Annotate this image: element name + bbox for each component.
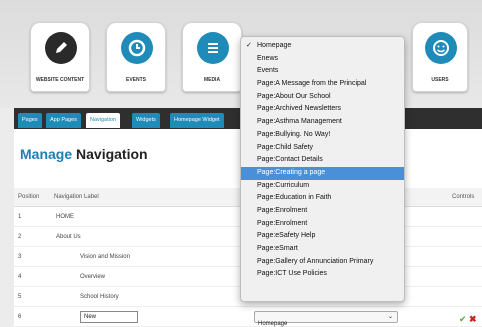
clock-icon (121, 32, 153, 64)
tab-pages[interactable]: Pages (18, 113, 42, 128)
row-label: School History (80, 294, 119, 300)
events-tile[interactable]: EVENTS (106, 22, 166, 92)
dropdown-option[interactable]: Page:Asthma Management (241, 116, 404, 129)
dropdown-option[interactable]: Page:Enrolment (241, 218, 404, 231)
row-label: Overview (80, 274, 106, 280)
dropdown-option[interactable]: Page:A Message from the Principal (241, 78, 404, 91)
row-position: 5 (18, 294, 22, 300)
save-check-icon[interactable]: ✔ (459, 314, 467, 325)
tab-navigation[interactable]: Navigation (86, 113, 120, 128)
pencil-icon (45, 32, 77, 64)
row-position: 1 (18, 214, 22, 220)
users-tile[interactable]: USERS (412, 22, 468, 92)
table-row-editing: 6 New Homepage ⌄ ✔ ✖ (14, 307, 482, 327)
dropdown-option[interactable]: Page:Contact Details (241, 154, 404, 167)
dropdown-option[interactable]: Page:Archived Newsletters (241, 103, 404, 116)
page-select[interactable]: Homepage ⌄ (254, 311, 398, 327)
page-title-part1: Manage (20, 146, 73, 162)
tab-app-pages[interactable]: App Pages (46, 113, 81, 128)
label-header: Navigation Label (54, 194, 99, 200)
page-title-part2: Navigation (76, 146, 148, 162)
row-position: 2 (18, 234, 22, 240)
navigation-label-input[interactable]: New (80, 311, 138, 323)
dropdown-option[interactable]: Page:Gallery of Annunciation Primary (241, 256, 404, 269)
page-title: Manage Navigation (20, 146, 148, 162)
page-select-value: Homepage (258, 321, 288, 327)
dropdown-option[interactable]: Page:eSafety Help (241, 230, 404, 243)
tab-widgets[interactable]: Widgets (132, 113, 160, 128)
dropdown-option[interactable]: Page:Education in Faith (241, 192, 404, 205)
row-label: Vision and Mission (80, 254, 130, 260)
row-position: 4 (18, 274, 22, 280)
dropdown-option[interactable]: Page:About Our School (241, 91, 404, 104)
controls-header: Controls (452, 194, 475, 200)
dropdown-option[interactable]: Page:eSmart (241, 243, 404, 256)
tile-label: WEBSITE CONTENT (35, 77, 85, 83)
chevron-down-icon: ⌄ (387, 314, 393, 320)
row-position: 6 (18, 314, 22, 320)
list-icon (197, 32, 229, 64)
row-position: 3 (18, 254, 22, 260)
dropdown-option[interactable]: Page:ICT Use Policies (241, 268, 404, 281)
row-label: HOME (56, 214, 74, 220)
dropdown-option[interactable]: Events (241, 65, 404, 78)
page-select-dropdown: Homepage Enews Events Page:A Message fro… (240, 36, 405, 302)
tab-homepage-widget[interactable]: Homepage Widget (170, 113, 224, 128)
position-header: Position (18, 194, 40, 200)
dropdown-option[interactable]: Page:Child Safety (241, 142, 404, 155)
smiley-icon (425, 32, 457, 64)
dropdown-option[interactable]: Homepage (241, 40, 404, 53)
delete-x-icon[interactable]: ✖ (469, 314, 477, 325)
dropdown-option[interactable]: Enews (241, 53, 404, 66)
dropdown-option[interactable]: Page:Enrolment (241, 205, 404, 218)
tile-label: USERS (431, 77, 449, 83)
dropdown-option-highlighted[interactable]: Page:Creating a page (241, 166, 404, 180)
row-label: About Us (56, 234, 81, 240)
tile-label: MEDIA (203, 77, 221, 83)
dropdown-option[interactable]: Page:Bullying. No Way! (241, 129, 404, 142)
media-tile[interactable]: MEDIA (182, 22, 242, 92)
dropdown-option[interactable]: Page:Curriculum (241, 180, 404, 193)
website-content-tile[interactable]: WEBSITE CONTENT (30, 22, 90, 92)
tile-label: EVENTS (125, 77, 146, 83)
